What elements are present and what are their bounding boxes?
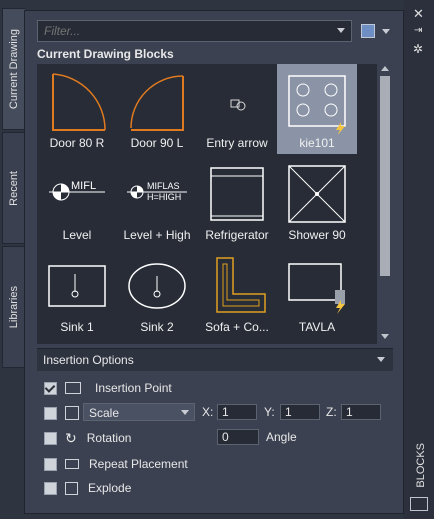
tab-label: Libraries: [8, 285, 20, 329]
door-icon: [130, 75, 184, 131]
repeat-row[interactable]: Repeat Placement: [44, 454, 188, 474]
rotation-label: Rotation: [86, 431, 132, 445]
tab-current-drawing[interactable]: Current Drawing: [2, 8, 25, 130]
chevron-down-icon[interactable]: [377, 357, 385, 362]
explode-row[interactable]: Explode: [44, 478, 131, 498]
rotation-checkbox[interactable]: [44, 431, 57, 445]
explode-checkbox[interactable]: [44, 481, 57, 495]
svg-text:H=HIGH: H=HIGH: [147, 192, 181, 202]
explode-label: Explode: [88, 481, 132, 495]
z-label: Z:: [326, 405, 337, 419]
y-input[interactable]: 1: [280, 404, 320, 420]
insertion-title: Insertion Options: [43, 353, 134, 367]
refrigerator-icon: [210, 167, 264, 221]
insertion-point-checkbox[interactable]: [44, 381, 57, 395]
close-icon[interactable]: ✕: [413, 6, 424, 22]
autohide-icon[interactable]: ⇥: [414, 25, 422, 36]
x-input[interactable]: 1: [217, 404, 257, 420]
sofa-icon: [216, 257, 266, 313]
block-label: TAVLA: [298, 320, 336, 334]
block-tile[interactable]: Entry arrow: [197, 64, 277, 154]
block-tile[interactable]: Shower 90: [277, 156, 357, 246]
level-high-icon: MIFLASH=HIGH: [127, 181, 187, 202]
scale-row[interactable]: [44, 403, 87, 423]
sink-icon: [128, 263, 186, 309]
rotation-row[interactable]: ↻ Rotation: [44, 428, 131, 448]
svg-text:MIFLAS: MIFLAS: [147, 181, 180, 191]
scroll-up-icon[interactable]: [381, 66, 389, 71]
level-symbol-icon: MIFL: [49, 180, 105, 201]
scale-checkbox[interactable]: [44, 406, 57, 420]
thumbnail-view-icon[interactable]: [361, 24, 375, 38]
z-input[interactable]: 1: [341, 404, 381, 420]
palette-title: BLOCKS: [415, 442, 427, 488]
filter-input[interactable]: [38, 21, 330, 41]
block-label: Door 80 R: [49, 136, 105, 150]
block-tile[interactable]: Sink 1: [37, 248, 117, 338]
block-label: Shower 90: [288, 228, 346, 242]
rotation-icon: ↻: [65, 429, 77, 446]
sink-icon: [48, 265, 106, 307]
blocks-icon: [410, 497, 428, 511]
scale-select[interactable]: Scale: [83, 403, 195, 421]
angle-label: Angle: [266, 430, 297, 444]
table-icon: [288, 263, 345, 314]
tab-recent[interactable]: Recent: [2, 132, 25, 244]
block-label: Refrigerator: [205, 228, 269, 242]
explode-icon: [65, 481, 78, 495]
repeat-icon: [65, 459, 79, 469]
section-title: Current Drawing Blocks: [37, 47, 174, 61]
block-label: Level: [62, 228, 92, 242]
properties-icon[interactable]: ✲: [413, 42, 423, 56]
repeat-label: Repeat Placement: [89, 457, 188, 471]
insertion-point-icon: [65, 382, 81, 394]
repeat-checkbox[interactable]: [44, 457, 57, 471]
x-label: X:: [202, 405, 214, 419]
block-tile[interactable]: Sofa + Co...: [197, 248, 277, 338]
grid-scrollbar[interactable]: [377, 64, 393, 344]
filter-field[interactable]: [37, 20, 352, 42]
block-tile[interactable]: Refrigerator: [197, 156, 277, 246]
block-label: Door 90 L: [130, 136, 184, 150]
block-tile[interactable]: MIFLAS H=HIGH Level + High: [117, 156, 197, 246]
cooktop-icon: [288, 75, 346, 134]
chevron-down-icon[interactable]: [337, 28, 345, 33]
tab-libraries[interactable]: Libraries: [2, 246, 25, 368]
block-label: Sink 2: [140, 320, 174, 334]
block-label: Entry arrow: [206, 136, 268, 150]
chevron-down-icon[interactable]: [382, 29, 390, 34]
scale-select-value: Scale: [89, 406, 120, 420]
block-label: Sofa + Co...: [205, 320, 269, 334]
y-label: Y:: [264, 405, 275, 419]
block-grid: Door 80 R Door 90 L Entry arrow kie101 M…: [37, 64, 377, 344]
chevron-down-icon: [181, 410, 189, 415]
insertion-header[interactable]: Insertion Options: [37, 348, 393, 371]
block-tile-selected[interactable]: kie101: [277, 64, 357, 154]
block-label: Level + High: [123, 228, 191, 242]
tab-label: Current Drawing: [8, 28, 20, 110]
block-label: kie101: [299, 136, 335, 150]
scroll-thumb[interactable]: [380, 76, 390, 276]
block-tile[interactable]: Sink 2: [117, 248, 197, 338]
angle-input[interactable]: 0: [217, 429, 259, 445]
tab-label: Recent: [8, 170, 20, 206]
svg-text:MIFL: MIFL: [71, 180, 96, 192]
block-tile[interactable]: TAVLA: [277, 248, 357, 338]
insertion-point-label: Insertion Point: [95, 381, 172, 395]
block-tile[interactable]: Door 90 L: [117, 64, 197, 154]
block-tile[interactable]: Door 80 R: [37, 64, 117, 154]
insertion-point-row[interactable]: Insertion Point: [44, 378, 172, 398]
scale-icon: [65, 406, 79, 420]
arrow-icon: [230, 99, 246, 111]
scroll-down-icon[interactable]: [381, 334, 389, 339]
shower-icon: [288, 165, 346, 223]
block-label: Sink 1: [60, 320, 94, 334]
door-icon: [52, 73, 106, 131]
block-tile[interactable]: MIFL Level: [37, 156, 117, 246]
